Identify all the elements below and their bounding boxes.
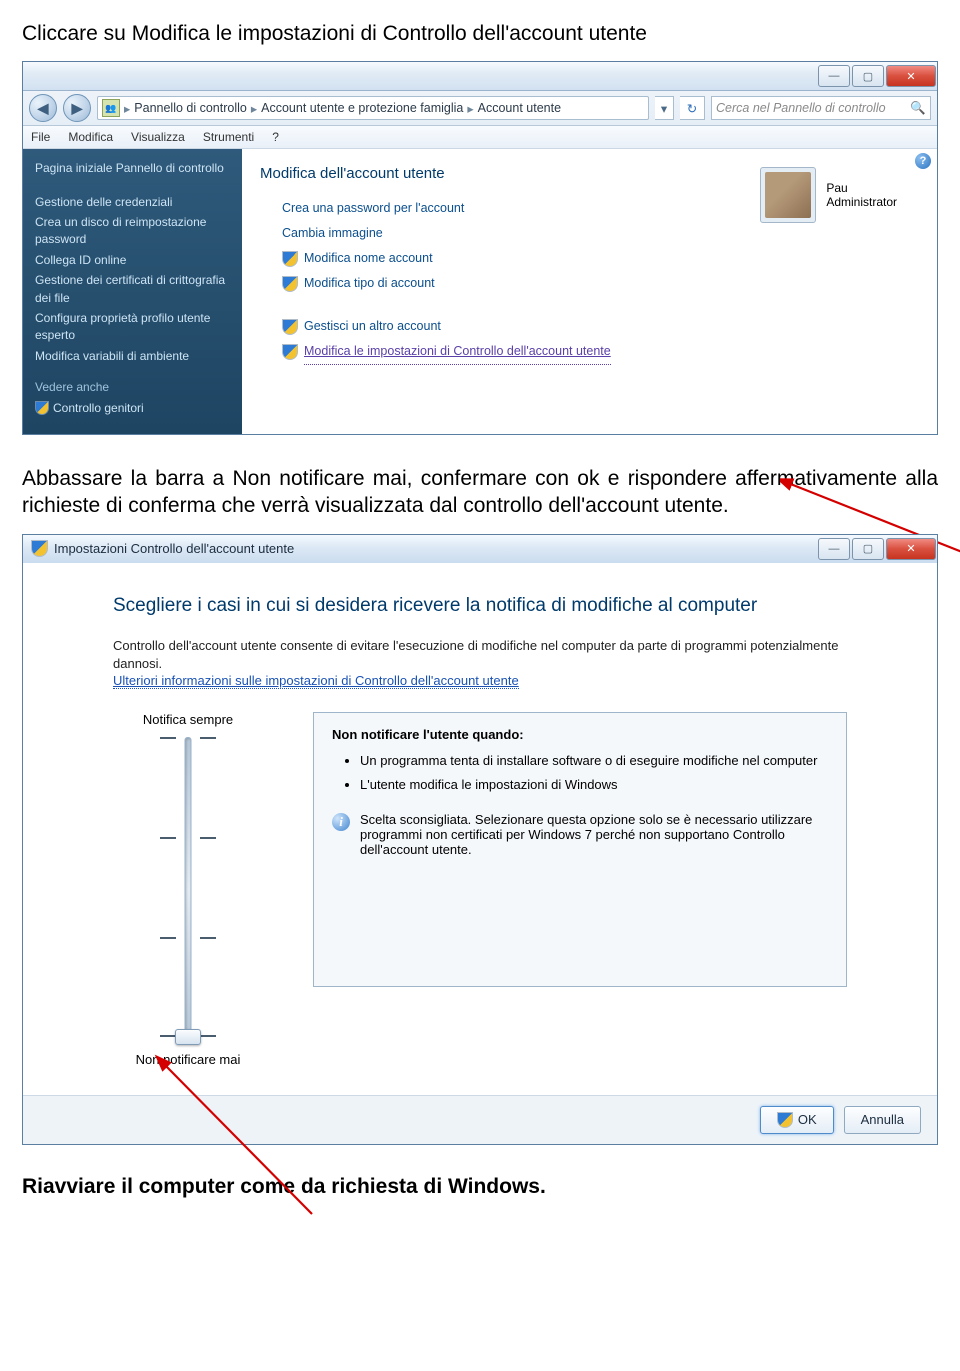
- button-bar: OK Annulla: [23, 1095, 937, 1144]
- chevron-right-icon: ▸: [467, 101, 473, 116]
- panel-bullet: Un programma tenta di installare softwar…: [360, 752, 828, 770]
- panel-title: Non notificare l'utente quando:: [332, 727, 828, 742]
- link-label: Modifica nome account: [304, 246, 433, 271]
- user-accounts-icon: 👥: [102, 99, 120, 117]
- link-label: Modifica le impostazioni di Controllo de…: [304, 339, 611, 365]
- breadcrumb-seg-2[interactable]: Account utente e protezione famiglia: [261, 101, 463, 115]
- avatar[interactable]: [760, 167, 816, 223]
- uac-more-info-link[interactable]: Ulteriori informazioni sulle impostazion…: [113, 673, 519, 689]
- sidebar: Pagina iniziale Pannello di controllo Ge…: [23, 149, 242, 434]
- window-title: Impostazioni Controllo dell'account uten…: [54, 541, 294, 556]
- uac-heading: Scegliere i casi in cui si desidera rice…: [113, 595, 847, 617]
- window-titlebar: Impostazioni Controllo dell'account uten…: [23, 535, 937, 563]
- sidebar-parental-label: Controllo genitori: [53, 400, 144, 417]
- shield-icon: [282, 344, 298, 360]
- ok-button[interactable]: OK: [760, 1106, 834, 1134]
- sidebar-reset-disk[interactable]: Crea un disco di reimpostazione password: [35, 214, 230, 249]
- shield-icon: [282, 251, 298, 267]
- uac-description: Controllo dell'account utente consente d…: [113, 637, 843, 673]
- info-icon: i: [332, 813, 350, 831]
- breadcrumb-seg-1[interactable]: Pannello di controllo: [134, 101, 247, 115]
- link-change-picture[interactable]: Cambia immagine: [282, 221, 919, 246]
- cancel-button[interactable]: Annulla: [844, 1106, 921, 1134]
- link-change-type[interactable]: Modifica tipo di account: [282, 271, 919, 296]
- control-panel-window: — ▢ ✕ ◀ ▶ 👥 ▸ Pannello di controllo ▸ Ac…: [22, 61, 938, 435]
- panel-bullet: L'utente modifica le impostazioni di Win…: [360, 776, 828, 794]
- menu-modifica[interactable]: Modifica: [68, 130, 113, 144]
- uac-slider[interactable]: [148, 737, 228, 1042]
- search-placeholder: Cerca nel Pannello di controllo: [716, 101, 886, 115]
- user-role: Administrator: [826, 195, 897, 209]
- link-label: Modifica tipo di account: [304, 271, 435, 296]
- button-label: Annulla: [861, 1112, 904, 1127]
- window-titlebar: — ▢ ✕: [23, 62, 937, 91]
- shield-icon: [31, 540, 48, 557]
- sidebar-parental-controls[interactable]: Controllo genitori: [35, 400, 230, 417]
- panel-info-text: Scelta sconsigliata. Selezionare questa …: [360, 812, 828, 857]
- button-label: OK: [798, 1112, 817, 1127]
- sidebar-credentials[interactable]: Gestione delle credenziali: [35, 194, 230, 211]
- breadcrumb[interactable]: 👥 ▸ Pannello di controllo ▸ Account uten…: [97, 96, 649, 120]
- uac-settings-window: Impostazioni Controllo dell'account uten…: [22, 534, 938, 1145]
- menu-file[interactable]: File: [31, 130, 50, 144]
- maximize-button[interactable]: ▢: [852, 538, 884, 560]
- sidebar-home[interactable]: Pagina iniziale Pannello di controllo: [35, 160, 230, 177]
- doc-paragraph-2: Abbassare la barra a Non notificare mai,…: [22, 465, 938, 520]
- current-user-box: Pau Administrator: [760, 167, 897, 223]
- sidebar-certificates[interactable]: Gestione dei certificati di crittografia…: [35, 272, 230, 307]
- help-icon[interactable]: ?: [915, 153, 931, 169]
- forward-button[interactable]: ▶: [63, 94, 91, 122]
- link-manage-another[interactable]: Gestisci un altro account: [282, 314, 919, 339]
- link-label: Crea una password per l'account: [282, 196, 464, 221]
- search-input[interactable]: Cerca nel Pannello di controllo 🔍: [711, 96, 931, 120]
- chevron-right-icon: ▸: [124, 101, 130, 116]
- slider-thumb[interactable]: [175, 1029, 201, 1045]
- sidebar-env-vars[interactable]: Modifica variabili di ambiente: [35, 348, 230, 365]
- link-change-name[interactable]: Modifica nome account: [282, 246, 919, 271]
- link-label: Cambia immagine: [282, 221, 383, 246]
- menu-help[interactable]: ?: [272, 130, 279, 144]
- user-name: Pau: [826, 181, 897, 195]
- close-button[interactable]: ✕: [886, 65, 936, 87]
- shield-icon: [282, 319, 298, 335]
- sidebar-profile[interactable]: Configura proprietà profilo utente esper…: [35, 310, 230, 345]
- slider-bottom-label: Non notificare mai: [113, 1052, 263, 1067]
- main-pane: ? Modifica dell'account utente Crea una …: [242, 149, 937, 434]
- doc-paragraph-1: Cliccare su Modifica le impostazioni di …: [22, 20, 938, 47]
- search-icon: 🔍: [910, 101, 926, 116]
- slider-track: [185, 737, 192, 1042]
- close-button[interactable]: ✕: [886, 538, 936, 560]
- breadcrumb-dropdown[interactable]: ▾: [655, 96, 674, 120]
- shield-icon: [35, 401, 49, 415]
- maximize-button[interactable]: ▢: [852, 65, 884, 87]
- link-uac-settings[interactable]: Modifica le impostazioni di Controllo de…: [282, 339, 919, 365]
- menu-bar: File Modifica Visualizza Strumenti ?: [23, 126, 937, 149]
- shield-icon: [777, 1112, 793, 1128]
- slider-top-label: Notifica sempre: [113, 712, 263, 727]
- minimize-button[interactable]: —: [818, 65, 850, 87]
- refresh-button[interactable]: ↻: [680, 96, 705, 120]
- sidebar-see-also-heading: Vedere anche: [35, 379, 230, 396]
- address-bar: ◀ ▶ 👥 ▸ Pannello di controllo ▸ Account …: [23, 91, 937, 126]
- doc-paragraph-3: Riavviare il computer come da richiesta …: [22, 1173, 938, 1200]
- menu-strumenti[interactable]: Strumenti: [203, 130, 254, 144]
- link-label: Gestisci un altro account: [304, 314, 441, 339]
- minimize-button[interactable]: —: [818, 538, 850, 560]
- uac-detail-panel: Non notificare l'utente quando: Un progr…: [313, 712, 847, 987]
- menu-visualizza[interactable]: Visualizza: [131, 130, 185, 144]
- chevron-right-icon: ▸: [251, 101, 257, 116]
- sidebar-id-online[interactable]: Collega ID online: [35, 252, 230, 269]
- shield-icon: [282, 276, 298, 292]
- breadcrumb-seg-3[interactable]: Account utente: [478, 101, 561, 115]
- back-button[interactable]: ◀: [29, 94, 57, 122]
